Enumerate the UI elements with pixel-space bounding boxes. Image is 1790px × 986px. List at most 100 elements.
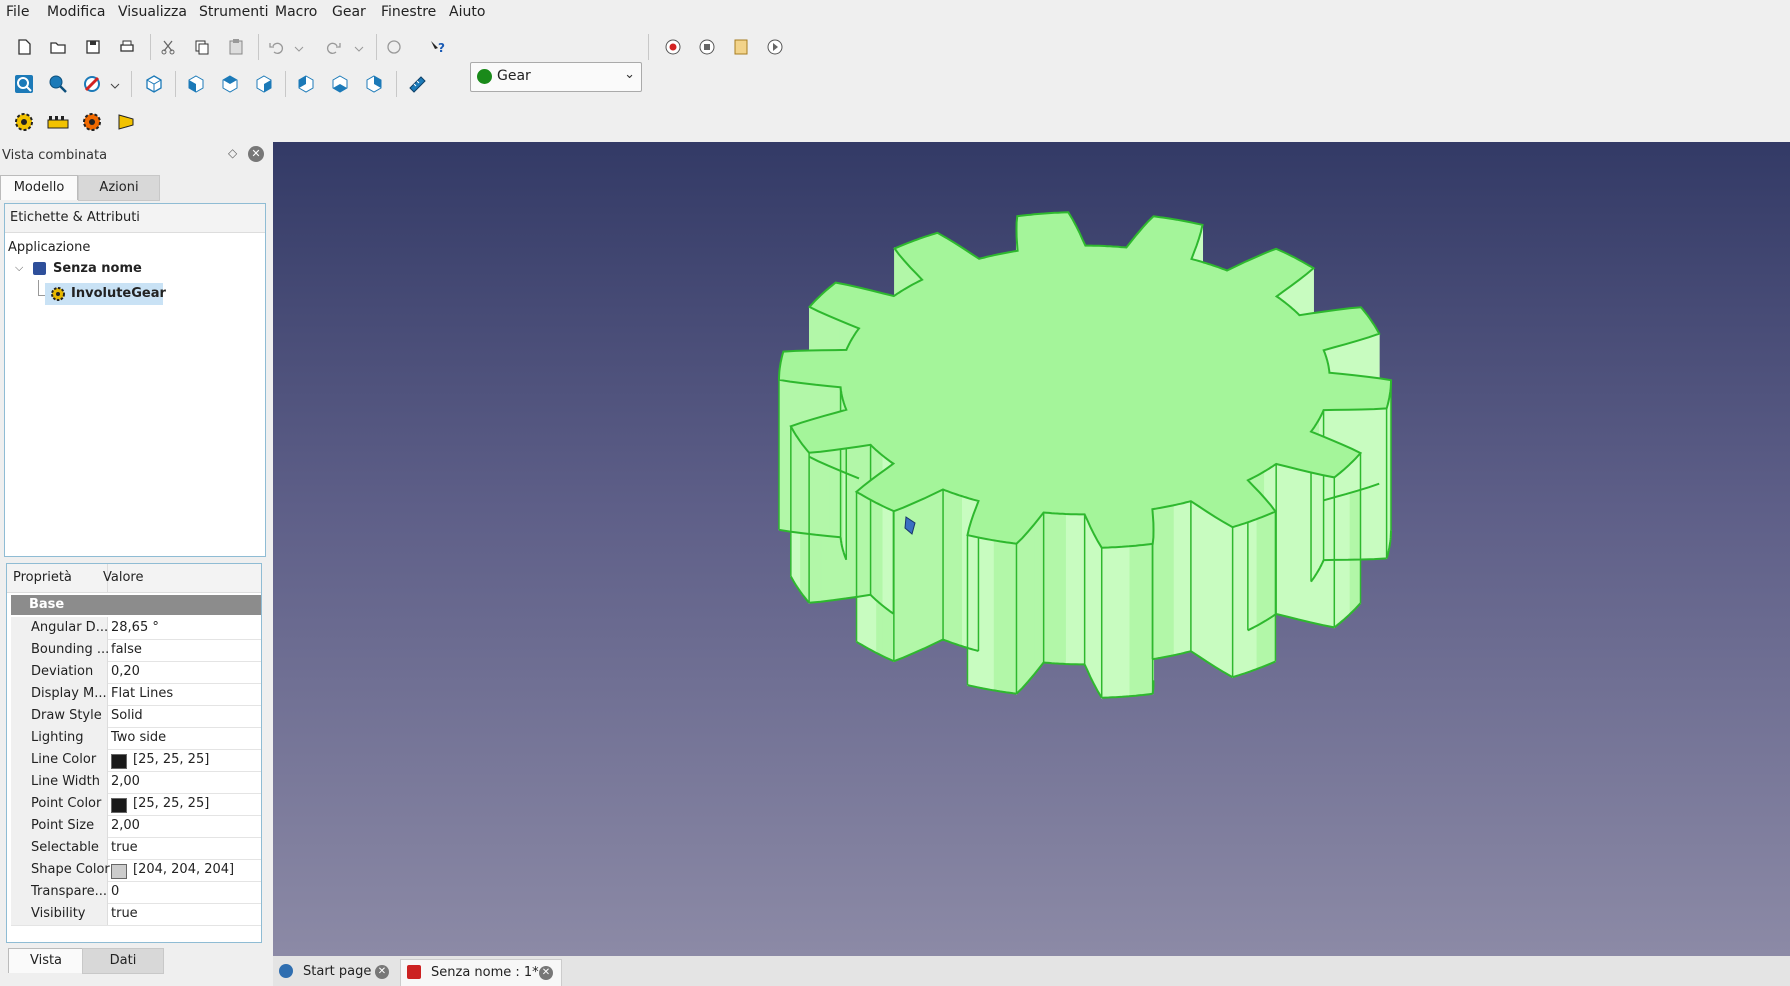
chevron-down-icon[interactable]: ⌵: [15, 261, 23, 275]
property-value[interactable]: [25, 25, 25]: [133, 796, 209, 811]
property-row[interactable]: Line Width 2,00: [11, 771, 261, 794]
close-tab-icon[interactable]: ✕: [539, 966, 553, 980]
save-icon[interactable]: [80, 34, 106, 60]
tab-modello[interactable]: Modello: [0, 175, 78, 200]
fit-all-icon[interactable]: [11, 71, 37, 97]
property-row[interactable]: Deviation 0,20: [11, 661, 261, 684]
print-icon[interactable]: [114, 34, 140, 60]
involute-rack-icon[interactable]: [45, 109, 71, 135]
redo-icon[interactable]: [320, 34, 346, 60]
menu-modifica[interactable]: Modifica: [47, 4, 106, 20]
tab-start-page[interactable]: Start page ✕: [273, 959, 395, 985]
property-row[interactable]: Transpare... 0: [11, 881, 261, 904]
property-value[interactable]: Solid: [111, 708, 143, 723]
property-value[interactable]: [25, 25, 25]: [133, 752, 209, 767]
menu-file[interactable]: File: [6, 4, 29, 20]
view-top-icon[interactable]: [217, 71, 243, 97]
color-swatch[interactable]: [111, 754, 127, 769]
view-front-icon[interactable]: [183, 71, 209, 97]
bevel-gear-icon[interactable]: [113, 109, 139, 135]
view-left-icon[interactable]: [361, 71, 387, 97]
draw-style-chevron-icon[interactable]: [108, 73, 122, 99]
property-value[interactable]: false: [111, 642, 142, 657]
menu-strumenti[interactable]: Strumenti: [199, 4, 269, 20]
view-bottom-icon[interactable]: [327, 71, 353, 97]
macro-record-icon[interactable]: [660, 34, 686, 60]
property-group-base[interactable]: Base: [11, 595, 261, 615]
paste-icon[interactable]: [223, 34, 249, 60]
property-value[interactable]: true: [111, 906, 138, 921]
3d-viewport[interactable]: [273, 142, 1790, 956]
gear-wall-segment: [1021, 530, 1029, 690]
macro-stop-icon[interactable]: [694, 34, 720, 60]
property-name: Lighting: [31, 730, 84, 745]
tab-azioni[interactable]: Azioni: [78, 175, 160, 201]
property-row[interactable]: Display M... Flat Lines: [11, 683, 261, 706]
menu-macro[interactable]: Macro: [275, 4, 317, 20]
gear-3d-model[interactable]: [273, 142, 1790, 956]
undo-icon[interactable]: [264, 34, 290, 60]
view-right-icon[interactable]: [251, 71, 277, 97]
macro-execute-icon[interactable]: [762, 34, 788, 60]
gear-wall-segment: [1197, 505, 1208, 663]
whats-this-help-icon[interactable]: ?: [424, 34, 450, 60]
tree-item-involute-gear[interactable]: InvoluteGear: [45, 283, 166, 305]
property-row[interactable]: Point Size 2,00: [11, 815, 261, 838]
property-value[interactable]: true: [111, 840, 138, 855]
tab-senza-nome[interactable]: Senza nome : 1* ✕: [400, 959, 562, 986]
property-row[interactable]: Bounding ... false: [11, 639, 261, 662]
svg-text:?: ?: [438, 41, 445, 55]
fit-selection-icon[interactable]: [45, 71, 71, 97]
view-isometric-icon[interactable]: [141, 71, 167, 97]
property-row[interactable]: Point Color [25, 25, 25]: [11, 793, 261, 816]
property-value[interactable]: 0: [111, 884, 119, 899]
toolbar-separator: [648, 34, 649, 60]
view-rear-icon[interactable]: [293, 71, 319, 97]
property-row[interactable]: Angular D... 28,65 °: [11, 617, 261, 640]
close-tab-icon[interactable]: ✕: [375, 965, 389, 979]
redo-dropdown-chevron-icon[interactable]: [352, 36, 366, 62]
macro-editor-icon[interactable]: [728, 34, 754, 60]
undo-dropdown-chevron-icon[interactable]: [292, 36, 306, 62]
gear-wall-segment: [1214, 516, 1225, 674]
menu-gear[interactable]: Gear: [332, 4, 366, 20]
involute-gear-icon[interactable]: [11, 109, 37, 135]
gear-wall-segment: [1297, 468, 1312, 624]
property-value[interactable]: [204, 204, 204]: [133, 862, 234, 877]
property-value[interactable]: 2,00: [111, 818, 140, 833]
property-value[interactable]: Two side: [111, 730, 166, 745]
property-row[interactable]: Lighting Two side: [11, 727, 261, 750]
refresh-icon[interactable]: [381, 34, 407, 60]
menu-aiuto[interactable]: Aiuto: [449, 4, 485, 20]
copy-icon[interactable]: [189, 34, 215, 60]
property-name: Display M...: [31, 686, 107, 701]
tab-vista[interactable]: Vista: [8, 948, 84, 973]
property-value[interactable]: 0,20: [111, 664, 140, 679]
tab-start-page-label: Start page: [303, 964, 372, 979]
menu-finestre[interactable]: Finestre: [381, 4, 436, 20]
property-name-cell: Bounding ...: [11, 639, 109, 661]
cycloid-gear-icon[interactable]: [79, 109, 105, 135]
property-value[interactable]: 2,00: [111, 774, 140, 789]
property-name: Transpare...: [31, 884, 108, 899]
cut-icon[interactable]: [155, 34, 181, 60]
menu-visualizza[interactable]: Visualizza: [118, 4, 187, 20]
property-value[interactable]: Flat Lines: [111, 686, 173, 701]
close-panel-icon[interactable]: ✕: [248, 146, 264, 162]
measure-distance-icon[interactable]: [404, 71, 430, 97]
property-name-cell: Line Color: [11, 749, 108, 771]
property-row[interactable]: Visibility true: [11, 903, 261, 926]
open-folder-icon[interactable]: [45, 34, 71, 60]
property-row[interactable]: Draw Style Solid: [11, 705, 261, 728]
float-panel-icon[interactable]: ◇: [228, 146, 237, 160]
color-swatch[interactable]: [111, 864, 127, 879]
property-row[interactable]: Shape Color [204, 204, 204]: [11, 859, 261, 882]
tab-dati[interactable]: Dati: [82, 948, 164, 974]
new-document-icon[interactable]: [11, 34, 37, 60]
property-value[interactable]: 28,65 °: [111, 620, 159, 635]
property-name-cell: Deviation: [11, 661, 108, 683]
property-row[interactable]: Line Color [25, 25, 25]: [11, 749, 261, 772]
color-swatch[interactable]: [111, 798, 127, 813]
draw-style-icon[interactable]: [79, 71, 105, 97]
property-row[interactable]: Selectable true: [11, 837, 261, 860]
